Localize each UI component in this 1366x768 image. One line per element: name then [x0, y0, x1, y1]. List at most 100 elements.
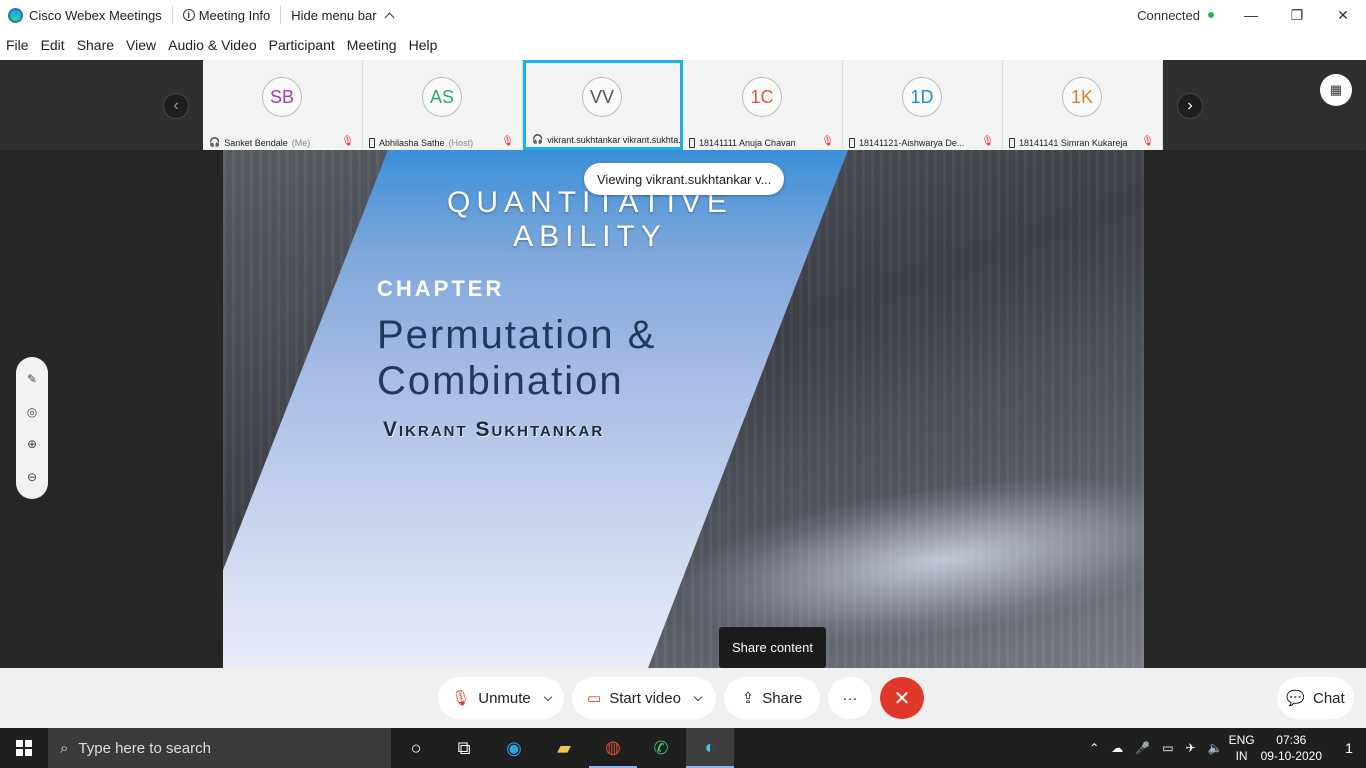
- slide-title: QUANTITATIVE ABILITY: [435, 186, 745, 254]
- onedrive-cloud-icon[interactable]: ☁: [1111, 741, 1123, 755]
- video-off-icon: ▭: [587, 690, 602, 707]
- chat-bubble-icon: 💬: [1286, 690, 1305, 707]
- chat-button[interactable]: 💬 Chat: [1277, 677, 1354, 719]
- start-button[interactable]: [0, 728, 48, 768]
- divider: [280, 6, 282, 24]
- start-video-button[interactable]: ▭ Start video: [572, 677, 716, 719]
- end-meeting-button[interactable]: ✕: [880, 677, 924, 719]
- presentation-slide: QUANTITATIVE ABILITY CHAPTER Permutation…: [223, 150, 1144, 668]
- muted-mic-icon: 🎙: [501, 136, 514, 147]
- info-icon: i: [182, 9, 195, 21]
- participant-name: 18141121-Aishwarya De...: [859, 138, 965, 148]
- clock[interactable]: 07:36 09-10-2020: [1261, 732, 1322, 764]
- participant-name: vikrant.sukhtankar vikrant.sukhta...: [547, 134, 680, 145]
- chevron-down-icon[interactable]: [693, 692, 703, 701]
- menu-bar: File Edit Share View Audio & Video Parti…: [0, 30, 1366, 60]
- notifications-icon[interactable]: 1: [1332, 728, 1366, 768]
- calendar-icon[interactable]: ▦: [1320, 74, 1352, 106]
- minimize-button[interactable]: —: [1228, 0, 1274, 30]
- volume-icon[interactable]: 🔈: [1208, 741, 1223, 755]
- more-options-button[interactable]: ···: [828, 677, 872, 719]
- menu-meeting[interactable]: Meeting: [347, 37, 397, 53]
- viewing-banner[interactable]: Viewing vikrant.sukhtankar v...: [584, 163, 785, 195]
- webex-logo-icon: [8, 7, 23, 23]
- annotation-toolbar: ✎ ◎ ⊕ ⊖: [16, 357, 48, 499]
- menu-view[interactable]: View: [126, 37, 156, 53]
- zoom-out-icon[interactable]: ⊖: [27, 470, 37, 484]
- input-language[interactable]: ENG IN: [1229, 732, 1255, 764]
- menu-participant[interactable]: Participant: [269, 37, 335, 53]
- meeting-info-button[interactable]: i Meeting Info: [182, 7, 271, 23]
- muted-mic-icon: 🎙: [1141, 136, 1154, 147]
- clock-date: 09-10-2020: [1260, 749, 1322, 763]
- windows-taskbar: ⌕ Type here to search ○ ⧉ ◉ ▰ ◍ ✆ ◐ ⌃ ☁ …: [0, 728, 1366, 768]
- slide-topic-line1: Permutation &: [377, 313, 657, 357]
- participant-name: Sanket Bendale: [224, 137, 288, 148]
- title-bar: Cisco Webex Meetings i Meeting Info Hide…: [0, 0, 1366, 30]
- phone-icon: [849, 138, 855, 148]
- avatar: AS: [422, 77, 462, 117]
- file-explorer-icon[interactable]: ▰: [540, 728, 588, 768]
- slide-author: Vikrant Sukhtankar: [383, 418, 605, 441]
- prev-participants-button[interactable]: ‹: [163, 93, 189, 119]
- participant-name-row: 🎧 vikrant.sukhtankar vikrant.sukhta...: [532, 134, 680, 145]
- battery-icon[interactable]: ▭: [1162, 741, 1173, 755]
- microphone-icon[interactable]: 🎤: [1135, 741, 1150, 755]
- connection-status: Connected: [1137, 8, 1214, 23]
- menu-file[interactable]: File: [6, 37, 29, 53]
- share-button[interactable]: ⇪ Share: [724, 677, 820, 719]
- muted-mic-icon: 🎙: [821, 136, 834, 147]
- clock-time: 07:36: [1276, 733, 1307, 747]
- chevron-up-icon: [384, 12, 394, 22]
- remote-control-icon[interactable]: ◎: [27, 405, 37, 419]
- participant-tile[interactable]: 1K 18141141 Simran Kukareja 🎙: [1003, 60, 1163, 150]
- task-view-icon[interactable]: ⧉: [440, 728, 488, 768]
- participant-tile[interactable]: SB 🎧 Sanket Bendale (Me) 🎙: [203, 60, 363, 150]
- chevron-down-icon[interactable]: [543, 692, 553, 701]
- participant-name-row: 🎧 Sanket Bendale (Me): [209, 137, 357, 148]
- participant-tile[interactable]: 1D 18141121-Aishwarya De... 🎙: [843, 60, 1003, 150]
- app-title: Cisco Webex Meetings: [0, 7, 162, 23]
- airplane-mode-icon[interactable]: ✈: [1186, 741, 1196, 755]
- avatar: SB: [262, 77, 302, 117]
- unmute-button[interactable]: 🎙 Unmute: [438, 677, 564, 719]
- participant-name-row: 18141141 Simran Kukareja: [1009, 138, 1157, 148]
- participant-name: Abhilasha Sathe: [379, 138, 445, 148]
- chrome-browser-icon[interactable]: ◍: [589, 728, 637, 768]
- annotate-pen-icon[interactable]: ✎: [27, 372, 37, 386]
- phone-icon: [689, 138, 695, 148]
- participant-name-row: Abhilasha Sathe (Host): [369, 138, 517, 148]
- participant-tile-active-speaker[interactable]: VV 🎧 vikrant.sukhtankar vikrant.sukhta..…: [523, 60, 683, 150]
- edge-browser-icon[interactable]: ◉: [490, 728, 538, 768]
- cortana-icon[interactable]: ○: [392, 728, 440, 768]
- taskbar-search-box[interactable]: ⌕ Type here to search: [48, 728, 391, 768]
- zoom-in-icon[interactable]: ⊕: [27, 437, 37, 451]
- close-button[interactable]: ✕: [1320, 0, 1366, 30]
- search-icon: ⌕: [60, 739, 69, 757]
- menu-share[interactable]: Share: [77, 37, 114, 53]
- menu-audio-video[interactable]: Audio & Video: [168, 37, 256, 53]
- hide-menu-label: Hide menu bar: [291, 7, 377, 23]
- next-participants-button[interactable]: ›: [1177, 93, 1203, 119]
- muted-mic-icon: 🎙: [981, 136, 994, 147]
- meeting-info-label: Meeting Info: [198, 7, 271, 23]
- slide-title-line2: ABILITY: [513, 220, 667, 253]
- participant-name-row: 18141121-Aishwarya De...: [849, 138, 997, 148]
- hide-menu-bar-button[interactable]: Hide menu bar: [291, 7, 394, 23]
- participant-role: (Me): [291, 137, 311, 148]
- webex-taskbar-icon[interactable]: ◐: [686, 728, 734, 768]
- whatsapp-icon[interactable]: ✆: [637, 728, 685, 768]
- restore-button[interactable]: ❐: [1274, 0, 1320, 30]
- participant-tile[interactable]: 1C 18141111 Anuja Chavan 🎙: [683, 60, 843, 150]
- menu-edit[interactable]: Edit: [41, 37, 65, 53]
- participant-tile[interactable]: AS Abhilasha Sathe (Host) 🎙: [363, 60, 523, 150]
- menu-help[interactable]: Help: [409, 37, 438, 53]
- chevron-up-icon[interactable]: ⌃: [1089, 741, 1099, 755]
- share-icon: ⇪: [741, 690, 755, 707]
- meeting-controls: 🎙 Unmute ▭ Start video ⇪ Share ··· ✕ 💬 C…: [0, 668, 1366, 728]
- notification-count: 1: [1345, 740, 1353, 756]
- unmute-label: Unmute: [478, 689, 531, 707]
- headset-icon: 🎧: [532, 134, 544, 144]
- slide-chapter: CHAPTER: [377, 276, 505, 301]
- windows-logo-icon: [16, 740, 32, 756]
